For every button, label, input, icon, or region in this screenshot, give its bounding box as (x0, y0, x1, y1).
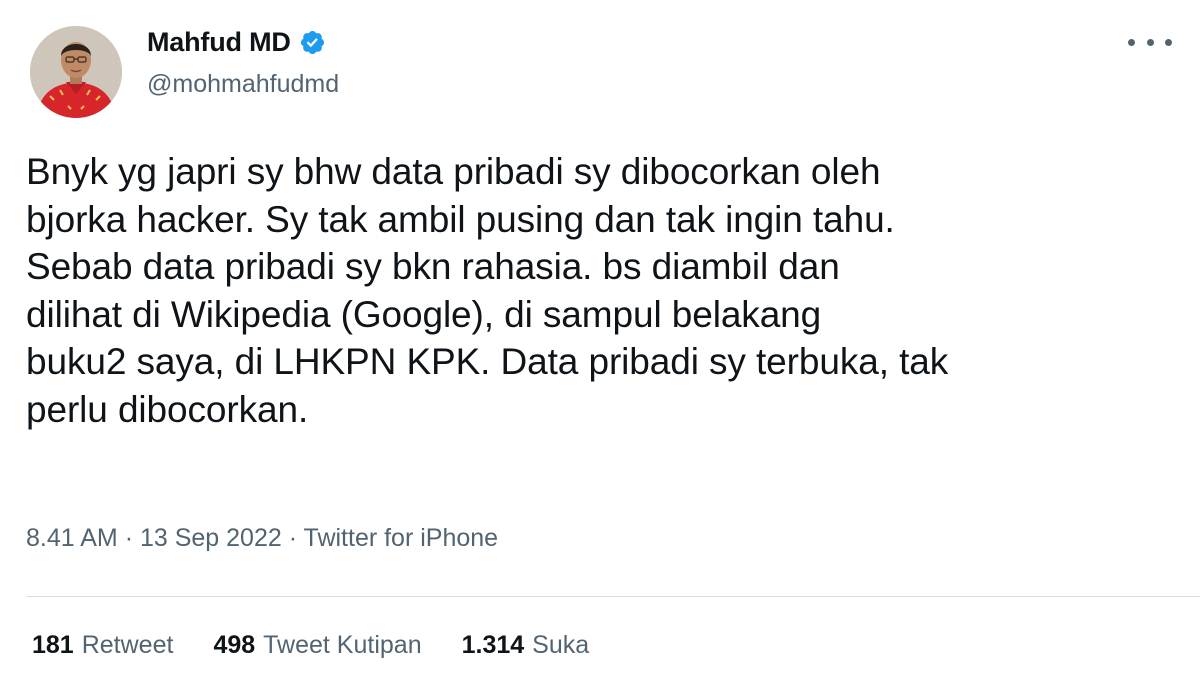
more-dot (1128, 38, 1135, 46)
quote-number: 498 (213, 631, 256, 659)
like-count[interactable]: 1.314 Suka (462, 631, 590, 660)
tweet-date[interactable]: 13 Sep 2022 (140, 524, 282, 552)
like-number: 1.314 (461, 631, 525, 659)
tweet-time[interactable]: 8.41 AM (26, 524, 118, 552)
verified-badge-icon (299, 29, 326, 56)
retweet-label: Retweet (81, 631, 174, 659)
like-label: Suka (532, 631, 590, 659)
tweet-source-link[interactable]: Twitter for iPhone (304, 524, 499, 552)
retweet-count[interactable]: 181 Retweet (32, 631, 173, 660)
more-dot (1146, 38, 1154, 46)
avatar[interactable] (30, 26, 122, 118)
tweet-card: Mahfud MD @mohmahfudmd Bnyk yg japri sy … (0, 0, 1200, 675)
quote-label: Tweet Kutipan (263, 631, 422, 659)
display-name[interactable]: Mahfud MD (147, 27, 291, 58)
meta-separator: · (288, 524, 304, 552)
more-options-icon[interactable] (1128, 30, 1172, 54)
tweet-text: Bnyk yg japri sy bhw data pribadi sy dib… (26, 151, 949, 430)
meta-separator: · (124, 524, 140, 552)
retweet-number: 181 (32, 631, 74, 659)
user-handle[interactable]: @mohmahfudmd (147, 70, 339, 99)
stats-divider (26, 596, 1200, 597)
more-dot (1165, 38, 1172, 46)
avatar-image (30, 26, 122, 118)
engagement-stats: 181 Retweet 498 Tweet Kutipan 1.314 Suka (32, 631, 629, 660)
author-info: Mahfud MD @mohmahfudmd (147, 24, 339, 99)
name-row: Mahfud MD (147, 24, 339, 60)
quote-tweet-count[interactable]: 498 Tweet Kutipan (213, 631, 421, 660)
tweet-metadata: 8.41 AM · 13 Sep 2022 · Twitter for iPho… (26, 524, 498, 553)
